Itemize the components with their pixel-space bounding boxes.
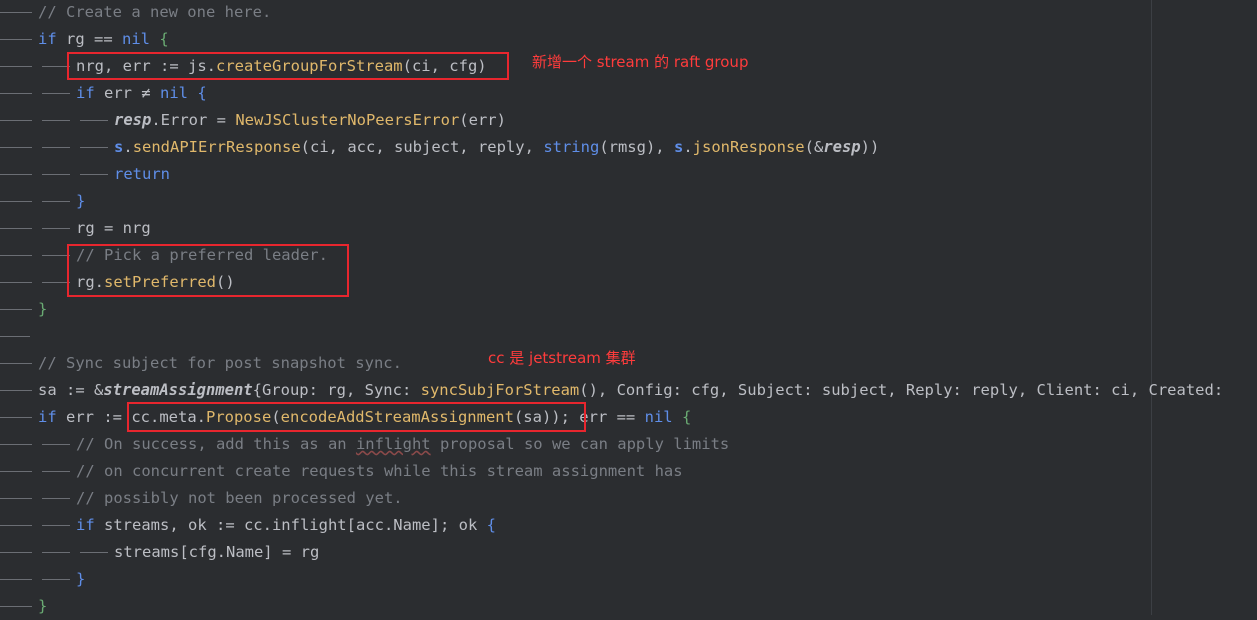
code-text: if rg == nil {	[38, 26, 169, 53]
code-token: if	[76, 84, 104, 102]
code-token: if	[38, 30, 66, 48]
code-token: resp	[114, 111, 152, 129]
code-text: resp.Error = NewJSClusterNoPeersError(er…	[114, 107, 506, 134]
code-token: ))	[860, 138, 880, 156]
code-text: }	[76, 188, 85, 215]
code-token: syncSubjForStream	[420, 381, 580, 399]
code-token: nil	[644, 408, 682, 426]
code-token: // Create a new one here.	[38, 3, 272, 21]
code-token: .	[683, 138, 693, 156]
code-line[interactable]	[0, 323, 1257, 350]
code-token: .	[123, 138, 133, 156]
code-token: {	[681, 408, 692, 426]
highlight-box-set-preferred	[67, 244, 349, 297]
code-line[interactable]: rg = nrg	[0, 215, 1257, 242]
annotation-raft-group: 新增一个 stream 的 raft group	[532, 53, 749, 71]
code-token: }	[38, 300, 48, 318]
code-text: // on concurrent create requests while t…	[76, 458, 683, 485]
code-text: s.sendAPIErrResponse(ci, acc, subject, r…	[114, 134, 879, 161]
code-line[interactable]: resp.Error = NewJSClusterNoPeersError(er…	[0, 107, 1257, 134]
code-token: ≠	[141, 84, 160, 102]
code-text: streams[cfg.Name] = rg	[114, 539, 319, 566]
code-token: resp	[823, 138, 861, 156]
code-token: // possibly not been processed yet.	[76, 489, 403, 507]
code-token: if	[76, 516, 104, 534]
code-line[interactable]: // On success, add this as an inflight p…	[0, 431, 1257, 458]
code-line[interactable]: s.sendAPIErrResponse(ci, acc, subject, r…	[0, 134, 1257, 161]
code-line[interactable]: if err ≠ nil {	[0, 80, 1257, 107]
code-token: sa := &	[38, 381, 104, 399]
code-token: {	[159, 30, 169, 48]
code-token: {Group: rg, Sync:	[252, 381, 421, 399]
code-text: sa := &streamAssignment{Group: rg, Sync:…	[38, 377, 1223, 404]
code-text: }	[76, 566, 85, 593]
code-line[interactable]: }	[0, 296, 1257, 323]
code-token: rg = nrg	[76, 219, 151, 237]
code-text: if err ≠ nil {	[76, 80, 207, 107]
code-line[interactable]: // possibly not been processed yet.	[0, 485, 1257, 512]
code-token: proposal so we can apply limits	[430, 435, 730, 453]
code-line[interactable]: }	[0, 188, 1257, 215]
code-line[interactable]: streams[cfg.Name] = rg	[0, 539, 1257, 566]
code-token: (err)	[459, 111, 506, 129]
code-token: {	[197, 84, 207, 102]
code-line[interactable]: // Create a new one here.	[0, 0, 1257, 26]
code-text: if streams, ok := cc.inflight[acc.Name];…	[76, 512, 496, 539]
code-token: {	[486, 516, 496, 534]
code-token: jsonResponse	[692, 138, 805, 156]
code-token: return	[114, 165, 170, 183]
code-line[interactable]: // on concurrent create requests while t…	[0, 458, 1257, 485]
code-text: // On success, add this as an inflight p…	[76, 431, 729, 458]
code-text: return	[114, 161, 170, 188]
code-line[interactable]: }	[0, 566, 1257, 593]
code-token: .Error =	[151, 111, 236, 129]
code-token: // On success, add this as an	[76, 435, 356, 453]
highlight-box-create-group	[67, 52, 509, 80]
code-token: nil	[160, 84, 198, 102]
code-token: s	[114, 138, 124, 156]
code-token: }	[38, 597, 48, 615]
code-token: err :=	[66, 408, 132, 426]
code-token: (ci, acc, subject, reply,	[300, 138, 544, 156]
code-token: rg	[66, 30, 94, 48]
code-token: streamAssignment	[103, 381, 253, 399]
code-text: // possibly not been processed yet.	[76, 485, 403, 512]
code-token: string	[543, 138, 600, 156]
code-line[interactable]: if streams, ok := cc.inflight[acc.Name];…	[0, 512, 1257, 539]
code-text: // Create a new one here.	[38, 0, 271, 26]
code-token: s	[673, 138, 684, 156]
code-token: }	[76, 570, 86, 588]
code-token: }	[76, 192, 86, 210]
annotation-jetstream: cc 是 jetstream 集群	[488, 349, 636, 367]
code-text: // Sync subject for post snapshot sync.	[38, 350, 402, 377]
code-line[interactable]: }	[0, 593, 1257, 620]
code-text: rg = nrg	[76, 215, 151, 242]
code-token: // on concurrent create requests while t…	[76, 462, 683, 480]
code-token: ==	[94, 30, 122, 48]
code-token: (&	[804, 138, 824, 156]
code-token: inflight	[355, 435, 431, 453]
code-token: (), Config: cfg, Subject: subject, Reply…	[579, 381, 1224, 399]
code-token: nil	[122, 30, 160, 48]
code-line[interactable]: return	[0, 161, 1257, 188]
code-token: sendAPIErrResponse	[132, 138, 301, 156]
code-token: NewJSClusterNoPeersError	[235, 111, 460, 129]
code-text: }	[38, 296, 47, 323]
code-token: // Sync subject for post snapshot sync.	[38, 354, 402, 372]
code-token: (rmsg),	[599, 138, 674, 156]
code-text: }	[38, 593, 47, 620]
code-line[interactable]: if rg == nil {	[0, 26, 1257, 53]
code-line[interactable]: sa := &streamAssignment{Group: rg, Sync:…	[0, 377, 1257, 404]
code-token: err	[104, 84, 142, 102]
code-token: streams, ok := cc.inflight[acc.Name]; ok	[104, 516, 487, 534]
code-editor[interactable]: // Create a new one here. if rg == nil {n…	[0, 0, 1257, 615]
code-token: streams[cfg.Name] = rg	[114, 543, 320, 561]
code-token: if	[38, 408, 66, 426]
highlight-box-propose	[127, 402, 586, 432]
